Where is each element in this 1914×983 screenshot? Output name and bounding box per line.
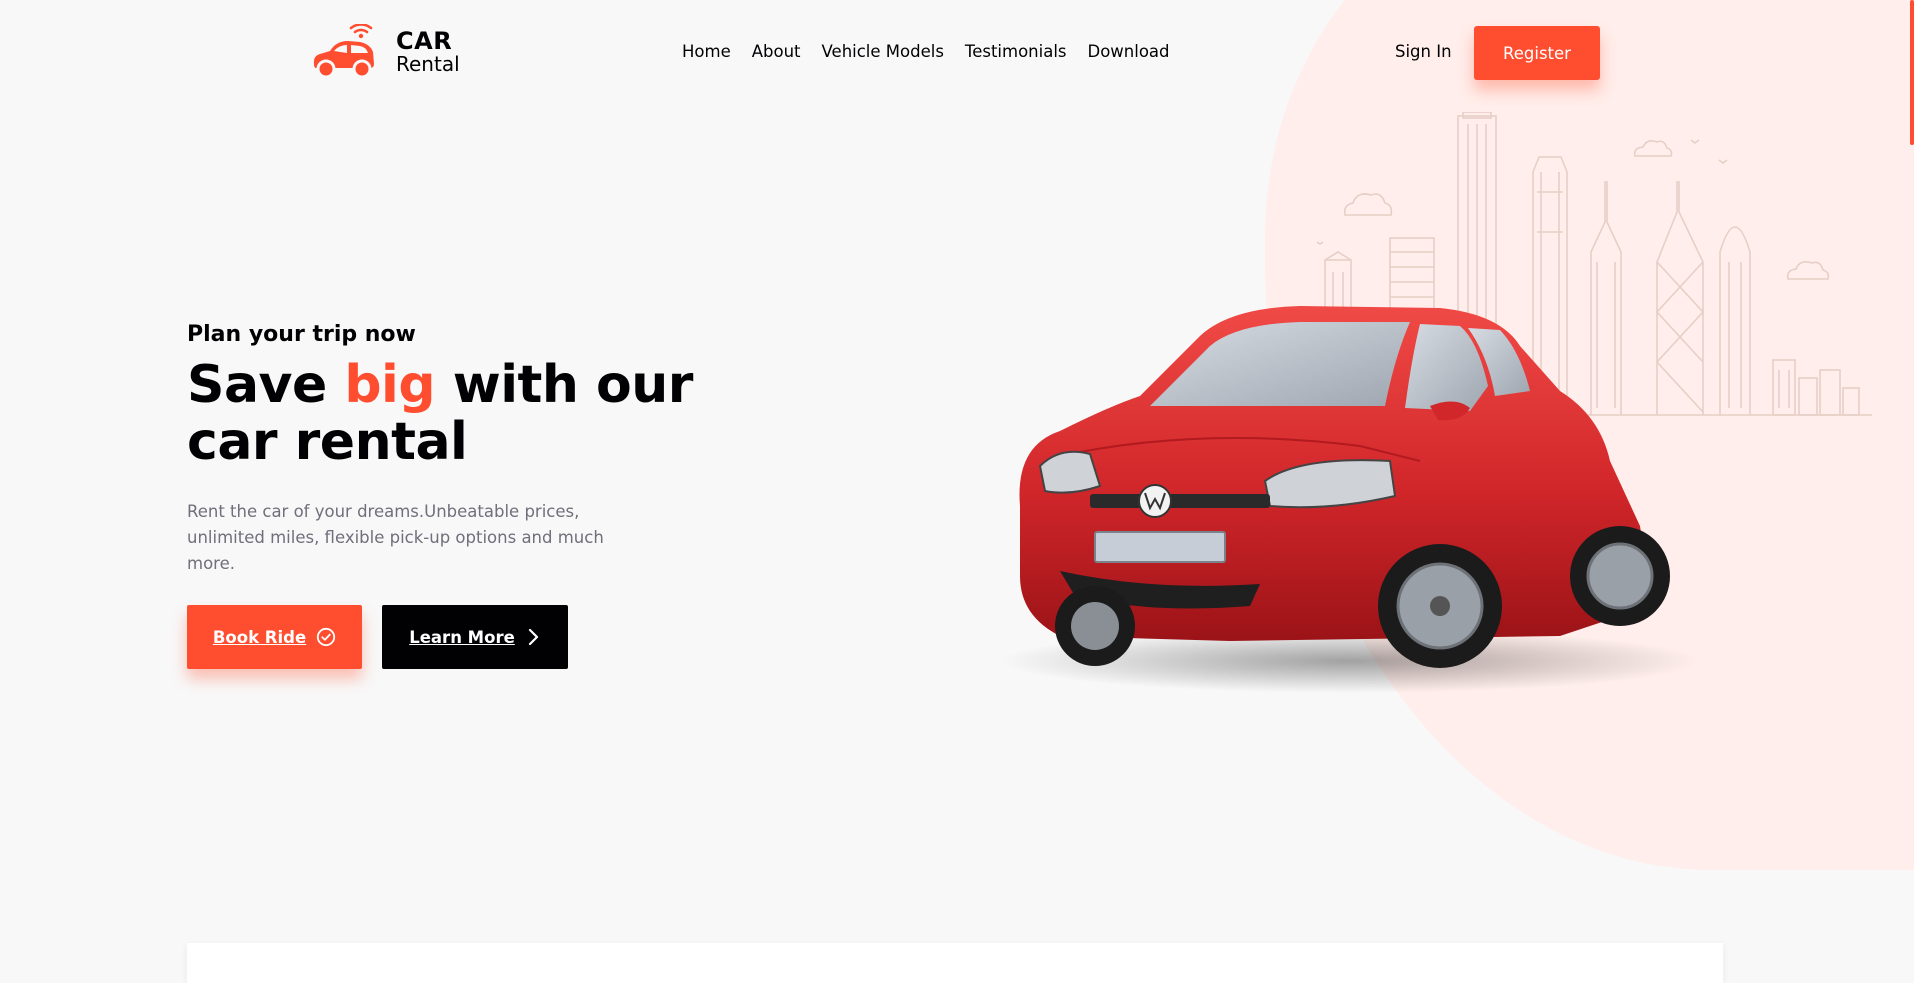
book-ride-button[interactable]: Book Ride [187,605,362,669]
learn-more-label: Learn More [409,627,515,647]
main-menu: Home About Vehicle Models Testimonials D… [682,42,1170,61]
book-ride-label: Book Ride [212,627,307,647]
headline-accent: big [344,355,436,415]
sign-in-link[interactable]: Sign In [1395,42,1452,61]
brand-title: CAR [396,26,453,55]
red-hatchback-car-image [1000,306,1700,693]
nav-link-vehicle-models[interactable]: Vehicle Models [822,42,944,61]
brand-logo[interactable]: CAR Rental [308,24,460,80]
hero-description: Rent the car of your dreams.Unbeatable p… [187,502,604,573]
chevron-right-icon [528,628,538,646]
nav-link-home[interactable]: Home [682,42,731,61]
booking-card-top-edge [187,943,1723,983]
nav-link-about[interactable]: About [752,42,801,61]
nav-link-download[interactable]: Download [1088,42,1170,61]
register-button[interactable]: Register [1474,26,1600,80]
brand-subtitle: Rental [396,52,460,77]
nav-link-testimonials[interactable]: Testimonials [965,42,1067,61]
car-wifi-icon [313,24,374,79]
hero-kicker: Plan your trip now [187,322,416,347]
hero-headline: Save big with our car rental [187,355,707,471]
headline-part1: Save [187,355,345,415]
hero-content: Plan your trip now Save big with our car… [187,322,707,576]
learn-more-button[interactable]: Learn More [382,605,568,669]
top-navbar: CAR Rental Home About Vehicle Models Tes… [0,0,1914,105]
scrollbar-thumb[interactable] [1910,0,1914,145]
check-circle-icon [317,627,336,647]
